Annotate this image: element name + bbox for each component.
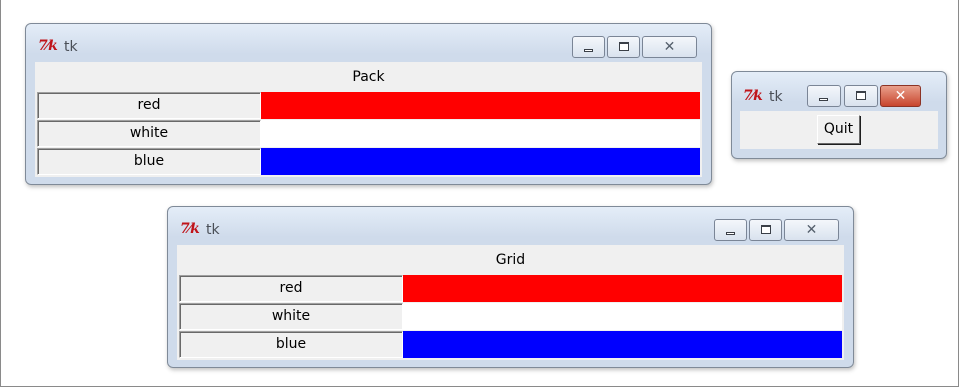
grid-color-bar-red xyxy=(403,275,842,302)
pack-color-bar-red xyxy=(261,92,700,119)
pack-window-title: tk xyxy=(64,39,78,55)
pack-row-label-blue: blue xyxy=(37,148,261,175)
grid-window-title: tk xyxy=(206,222,220,238)
quit-minimize-button[interactable] xyxy=(807,85,841,107)
grid-color-bar-blue xyxy=(403,331,842,358)
tk-feather-icon: 7⁄k xyxy=(743,88,763,104)
quit-maximize-button[interactable] xyxy=(844,85,878,107)
grid-window-content: Grid red white blue xyxy=(177,245,844,360)
minimize-icon xyxy=(819,98,828,101)
pack-maximize-button[interactable] xyxy=(607,36,640,58)
quit-button[interactable]: Quit xyxy=(817,115,860,144)
close-icon: ✕ xyxy=(663,39,676,55)
quit-window-titlebar[interactable]: 7⁄k tk ✕ xyxy=(732,72,946,110)
pack-row-label-red: red xyxy=(37,92,261,119)
pack-minimize-button[interactable] xyxy=(572,36,605,58)
grid-minimize-button[interactable] xyxy=(714,219,747,241)
grid-window[interactable]: 7⁄k tk ✕ Grid red white blue xyxy=(167,206,854,368)
pack-window-titlebar[interactable]: 7⁄k tk ✕ xyxy=(26,24,711,62)
tk-feather-icon: 7⁄k xyxy=(180,221,200,237)
grid-row-label-blue: blue xyxy=(179,331,403,358)
pack-window-content: Pack red white blue xyxy=(35,62,702,177)
quit-window-content: Quit xyxy=(740,111,938,149)
pack-color-bar-blue xyxy=(261,148,700,175)
grid-heading: Grid xyxy=(495,252,526,268)
grid-maximize-button[interactable] xyxy=(749,219,782,241)
pack-window[interactable]: 7⁄k tk ✕ Pack red white blue xyxy=(25,23,712,185)
minimize-icon xyxy=(583,49,593,52)
grid-row-label-white: white xyxy=(179,303,403,330)
close-icon: ✕ xyxy=(894,88,907,104)
quit-window-title: tk xyxy=(769,89,783,105)
quit-window[interactable]: 7⁄k tk ✕ Quit xyxy=(731,71,947,159)
pack-close-button[interactable]: ✕ xyxy=(642,36,697,58)
grid-window-titlebar[interactable]: 7⁄k tk ✕ xyxy=(168,207,853,245)
tk-feather-icon: 7⁄k xyxy=(38,38,58,54)
maximize-icon xyxy=(760,225,771,234)
quit-close-button[interactable]: ✕ xyxy=(880,85,921,107)
maximize-icon xyxy=(618,42,629,51)
grid-color-bar-white xyxy=(403,303,842,330)
pack-heading: Pack xyxy=(352,69,385,85)
grid-close-button[interactable]: ✕ xyxy=(784,219,839,241)
minimize-icon xyxy=(725,232,735,235)
grid-row-label-red: red xyxy=(179,275,403,302)
pack-row-label-white: white xyxy=(37,120,261,147)
pack-color-bar-white xyxy=(261,120,700,147)
close-icon: ✕ xyxy=(805,222,818,238)
maximize-icon xyxy=(856,91,866,100)
